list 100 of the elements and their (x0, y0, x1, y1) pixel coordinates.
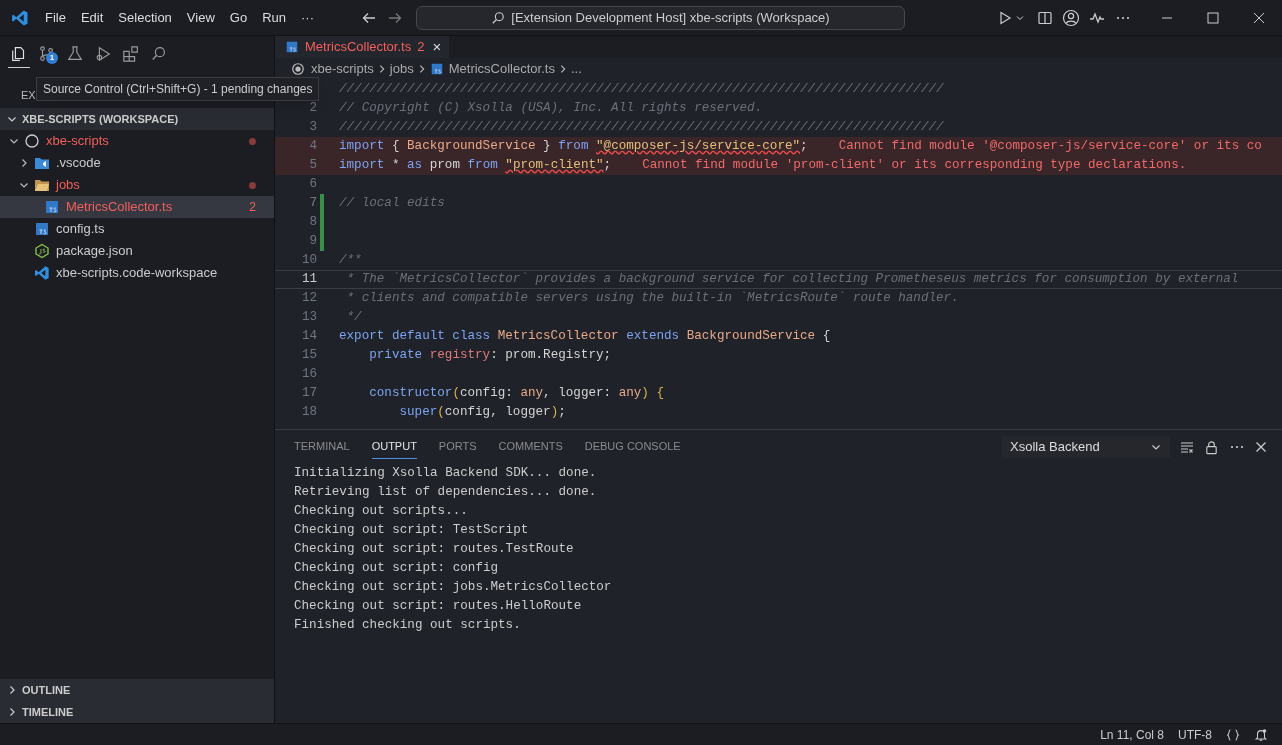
file-name: xbe-scripts.code-workspace (56, 264, 218, 283)
folder-icon (34, 177, 50, 193)
line-number: 11 (300, 271, 317, 289)
folder-icon (34, 155, 50, 171)
tree-item[interactable]: jobs (0, 174, 274, 196)
breadcrumb[interactable]: ... (570, 59, 582, 79)
file-name: .vscode (56, 154, 101, 173)
command-center[interactable]: [Extension Development Host] xbe-scripts (Workspace) (416, 5, 905, 30)
code-line: // local edits (339, 195, 445, 213)
menu-item[interactable]: Edit (73, 7, 111, 28)
code-line: //////////////////////////////////////////////////////////////////////////////// (339, 119, 944, 137)
menu-item[interactable]: Go (222, 7, 255, 28)
line-number: 6 (308, 176, 317, 194)
search-icon (150, 44, 168, 63)
circle-icon (24, 133, 40, 149)
file-name: jobs (56, 176, 80, 195)
menu-item[interactable]: Selection (111, 7, 179, 28)
code-line: /** (339, 252, 362, 270)
output-line: Checking out script: jobs.MetricsCollector (294, 579, 613, 596)
close-tab-button[interactable]: × (432, 35, 442, 59)
problem-count: 2 (249, 199, 256, 216)
activity-tab[interactable]: 1 (36, 40, 58, 68)
panel-title: EX (21, 89, 36, 101)
bell-icon[interactable] (1254, 727, 1268, 742)
code-line: private registry: prom.Registry; (368, 347, 612, 365)
search-icon (491, 10, 506, 25)
panel-tab[interactable]: COMMENTS (498, 435, 563, 459)
code-line: constructor(config: any, logger: any) { (368, 385, 665, 403)
close-icon[interactable] (1253, 11, 1265, 24)
breadcrumb[interactable]: MetricsCollector.ts (448, 59, 555, 79)
braces-icon[interactable] (1226, 727, 1240, 742)
output-line: Initializing Xsolla Backend SDK... done. (294, 465, 598, 482)
tree-item[interactable]: .vscode (0, 152, 274, 174)
maximize-icon[interactable] (1207, 11, 1219, 24)
file-name: MetricsCollector.ts (66, 198, 173, 217)
line-number: 17 (300, 385, 317, 403)
error-message: Cannot find module 'prom-client' or its corresponding type declarations. (642, 157, 1187, 175)
section-header[interactable]: OUTLINE (22, 681, 71, 699)
menu-item[interactable]: ··· (294, 7, 321, 28)
code-line: * clients and compatible servers using the built-in `MetricsRoute` route handler. (345, 290, 959, 308)
line-number: 15 (300, 347, 317, 365)
error-message: Cannot find module '@composer-js/service-core' or its co (838, 138, 1262, 156)
code-line: import { BackgroundService } from "@composer-js/service-core"; (339, 138, 808, 156)
line-number: 12 (300, 290, 317, 308)
panel-tab[interactable]: TERMINAL (294, 435, 350, 459)
extensions-icon (122, 44, 140, 63)
line-number: 8 (308, 214, 317, 232)
status-item[interactable]: Ln 11, Col 8 (1100, 725, 1164, 744)
line-number: 5 (308, 157, 317, 175)
code-editor-logo-icon (34, 265, 50, 281)
node-file-icon (34, 243, 50, 259)
output-line: Retrieving list of dependencies... done. (294, 484, 598, 501)
circle-icon (291, 62, 305, 76)
line-number: 3 (308, 119, 317, 137)
count-badge: 1 (46, 52, 58, 64)
tree-item[interactable]: xbe-scripts (0, 130, 274, 152)
close-icon[interactable] (1255, 441, 1267, 453)
typescript-file-icon (285, 40, 299, 54)
tree-item[interactable]: config.ts (0, 218, 274, 240)
breadcrumb[interactable]: xbe-scripts (311, 59, 374, 79)
run-icon[interactable] (997, 9, 1013, 26)
source-control-icon (38, 44, 56, 63)
panel-tab[interactable]: PORTS (438, 435, 477, 459)
flask-icon (66, 44, 84, 63)
clear-output-icon[interactable] (1179, 439, 1195, 455)
account-icon[interactable] (1062, 8, 1080, 27)
tree-item[interactable]: xbe-scripts.code-workspace (0, 262, 274, 284)
code-line: */ (345, 309, 362, 327)
file-name: xbe-scripts (46, 132, 109, 151)
line-number: 2 (308, 100, 317, 118)
file-name: package.json (56, 242, 133, 261)
lock-icon[interactable] (1204, 439, 1219, 455)
section-header[interactable]: TIMELINE (22, 703, 74, 721)
menu-item[interactable]: View (179, 7, 222, 28)
status-item[interactable]: UTF-8 (1178, 725, 1212, 744)
tooltip: Source Control (Ctrl+Shift+G) - 1 pending changes (36, 77, 320, 101)
tree-item[interactable]: MetricsCollector.ts 2 (0, 196, 274, 218)
split-layout-icon[interactable] (1037, 9, 1053, 26)
output-line: Checking out scripts... (294, 503, 469, 520)
typescript-file-icon (429, 62, 444, 76)
editor-tab[interactable]: MetricsCollector.ts 2 × (275, 36, 450, 58)
tree-item[interactable]: package.json (0, 240, 274, 262)
menu-item[interactable]: Run (255, 7, 293, 28)
line-number: 9 (308, 233, 317, 251)
file-name: config.ts (56, 220, 105, 239)
output-line: Checking out script: TestScript (294, 522, 530, 539)
breadcrumb[interactable]: jobs (389, 59, 414, 79)
output-line: Checking out script: routes.TestRoute (294, 541, 575, 558)
line-number: 16 (300, 366, 317, 384)
panel-tab[interactable]: DEBUG CONSOLE (584, 435, 681, 459)
output-channel-dropdown[interactable]: Xsolla Backend (1002, 436, 1170, 458)
code-line: // Copyright (C) Xsolla (USA), Inc. All rights reserved. (339, 100, 763, 118)
menu-item[interactable]: File (38, 7, 73, 28)
code-line: export default class MetricsCollector extends BackgroundService { (339, 328, 831, 346)
code-line: super(config, logger); (398, 404, 566, 422)
panel-tab[interactable]: OUTPUT (371, 435, 417, 459)
line-number: 10 (300, 252, 317, 270)
output-line: Finished checking out scripts. (294, 617, 522, 634)
line-number: 13 (300, 309, 317, 327)
code-line: //////////////////////////////////////////////////////////////////////////////// (339, 81, 944, 99)
